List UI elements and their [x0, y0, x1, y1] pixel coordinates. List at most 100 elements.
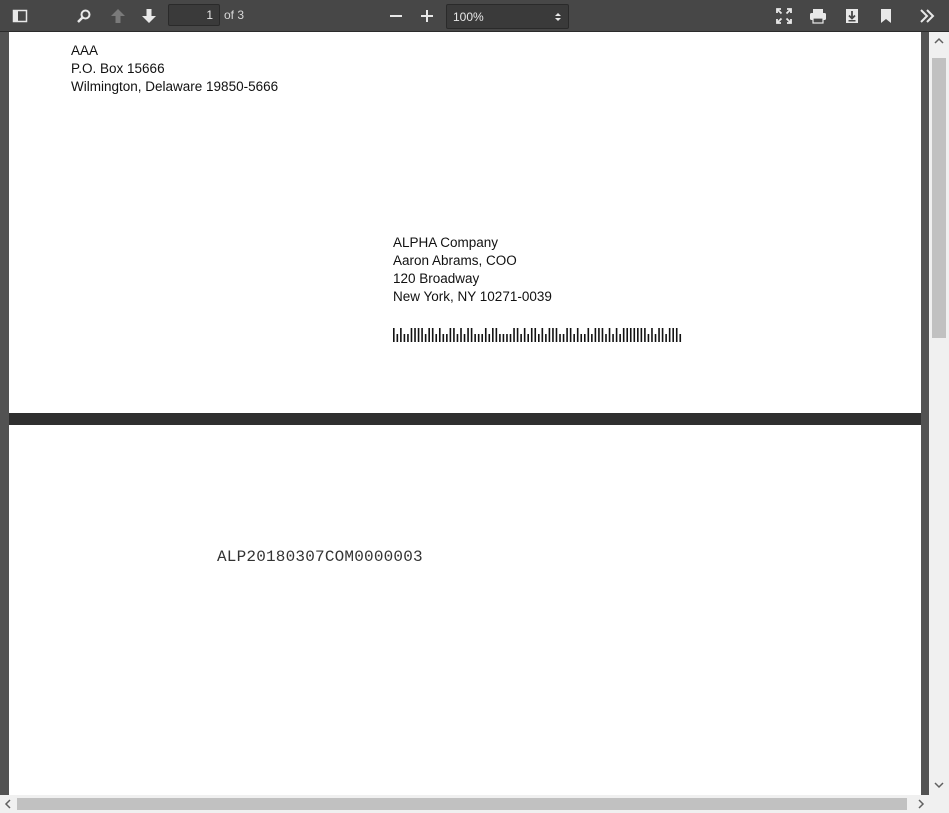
sender-line: Wilmington, Delaware 19850-5666 — [71, 79, 279, 94]
barcode-bar — [481, 334, 484, 342]
barcode-bar — [576, 328, 579, 342]
barcode-bar — [615, 328, 618, 342]
barcode-bar — [470, 328, 473, 342]
sidebar-toggle-icon[interactable] — [8, 4, 32, 28]
barcode-bar — [421, 328, 423, 342]
barcode-bar — [562, 334, 565, 342]
barcode-bar — [580, 334, 583, 342]
barcode-bar — [545, 334, 547, 342]
bookmark-icon[interactable] — [874, 4, 898, 28]
barcode-bar — [651, 328, 653, 342]
vertical-scroll-thumb[interactable] — [932, 58, 946, 338]
bates-number: ALP20180307COM0000003 — [217, 548, 423, 566]
barcode-bar — [495, 328, 498, 342]
pdf-page-1: AAA P.O. Box 15666 Wilmington, Delaware … — [9, 32, 921, 413]
sender-line: P.O. Box 15666 — [71, 61, 165, 76]
barcode-bar — [541, 328, 544, 342]
barcode-bar — [477, 334, 480, 342]
barcode-bar — [665, 334, 667, 342]
barcode-bar — [502, 334, 505, 342]
barcode-bar — [509, 334, 512, 342]
barcode-bar — [520, 334, 522, 342]
barcode-bar — [417, 328, 420, 342]
page-number-input[interactable]: 1 — [168, 4, 220, 26]
barcode-bar — [587, 328, 590, 342]
zoom-out-icon[interactable] — [384, 4, 408, 28]
barcode-bar — [438, 328, 441, 342]
document-viewer[interactable]: AAA P.O. Box 15666 Wilmington, Delaware … — [0, 32, 929, 795]
barcode-bar — [644, 328, 646, 342]
next-page-icon[interactable] — [137, 4, 161, 28]
barcode-bar — [555, 328, 558, 342]
barcode-bar — [407, 334, 409, 342]
pdf-page-2: ALP20180307COM0000003 — [9, 425, 921, 795]
barcode-bar — [393, 328, 395, 342]
barcode-bar — [661, 328, 664, 342]
scroll-left-icon[interactable] — [4, 799, 12, 812]
barcode-bar — [513, 328, 515, 342]
barcode-bar — [594, 328, 597, 342]
postal-barcode — [393, 328, 682, 342]
barcode-bar — [516, 328, 519, 342]
barcode-bar — [530, 328, 533, 342]
scroll-right-icon[interactable] — [917, 799, 925, 812]
recipient-line: ALPHA Company — [393, 235, 499, 250]
download-icon[interactable] — [840, 4, 864, 28]
scroll-up-icon[interactable] — [934, 37, 944, 48]
barcode-bar — [424, 334, 427, 342]
scroll-down-icon[interactable] — [934, 781, 944, 792]
barcode-bar — [619, 334, 621, 342]
barcode-bar — [456, 334, 459, 342]
previous-page-icon[interactable] — [106, 4, 130, 28]
tools-menu-icon[interactable] — [914, 4, 940, 28]
barcode-bar — [633, 328, 636, 342]
zoom-in-icon[interactable] — [415, 4, 439, 28]
barcode-bar — [534, 328, 537, 342]
barcode-bar — [431, 328, 434, 342]
horizontal-scrollbar[interactable] — [0, 795, 949, 813]
barcode-bar — [435, 334, 438, 342]
barcode-bar — [552, 328, 554, 342]
barcode-bar — [527, 334, 529, 342]
pdf-toolbar: 1 of 3 100% — [0, 0, 949, 32]
vertical-scrollbar[interactable] — [929, 32, 949, 795]
zoom-value: 100% — [453, 9, 484, 24]
barcode-bar — [442, 334, 445, 342]
zoom-select[interactable]: 100% — [446, 4, 569, 29]
barcode-bar — [573, 334, 575, 342]
barcode-bar — [453, 328, 455, 342]
barcode-bar — [566, 328, 568, 342]
barcode-bar — [400, 328, 402, 342]
barcode-bar — [629, 328, 632, 342]
recipient-line: New York, NY 10271-0039 — [393, 289, 552, 304]
barcode-bar — [569, 328, 572, 342]
page-count-label: of 3 — [224, 8, 245, 22]
barcode-bar — [637, 328, 639, 342]
barcode-bar — [591, 334, 593, 342]
barcode-bar — [612, 334, 614, 342]
barcode-bar — [474, 334, 476, 342]
recipient-line: 120 Broadway — [393, 271, 480, 286]
barcode-bar — [484, 328, 487, 342]
barcode-bar — [396, 334, 399, 342]
barcode-bar — [414, 328, 416, 342]
barcode-bar — [658, 328, 660, 342]
barcode-bar — [499, 334, 501, 342]
barcode-bar — [488, 334, 491, 342]
barcode-bar — [506, 334, 508, 342]
barcode-bar — [608, 328, 611, 342]
barcode-bar — [654, 334, 657, 342]
barcode-bar — [403, 334, 406, 342]
search-icon[interactable] — [72, 4, 96, 28]
print-icon[interactable] — [806, 4, 830, 28]
barcode-bar — [622, 328, 625, 342]
barcode-bar — [626, 328, 629, 342]
barcode-bar — [601, 328, 604, 342]
barcode-bar — [467, 328, 469, 342]
barcode-bar — [668, 328, 671, 342]
fullscreen-icon[interactable] — [772, 4, 796, 28]
horizontal-scroll-thumb[interactable] — [17, 798, 907, 810]
select-caret-icon — [554, 11, 562, 26]
barcode-bar — [463, 334, 466, 342]
barcode-bar — [605, 334, 607, 342]
